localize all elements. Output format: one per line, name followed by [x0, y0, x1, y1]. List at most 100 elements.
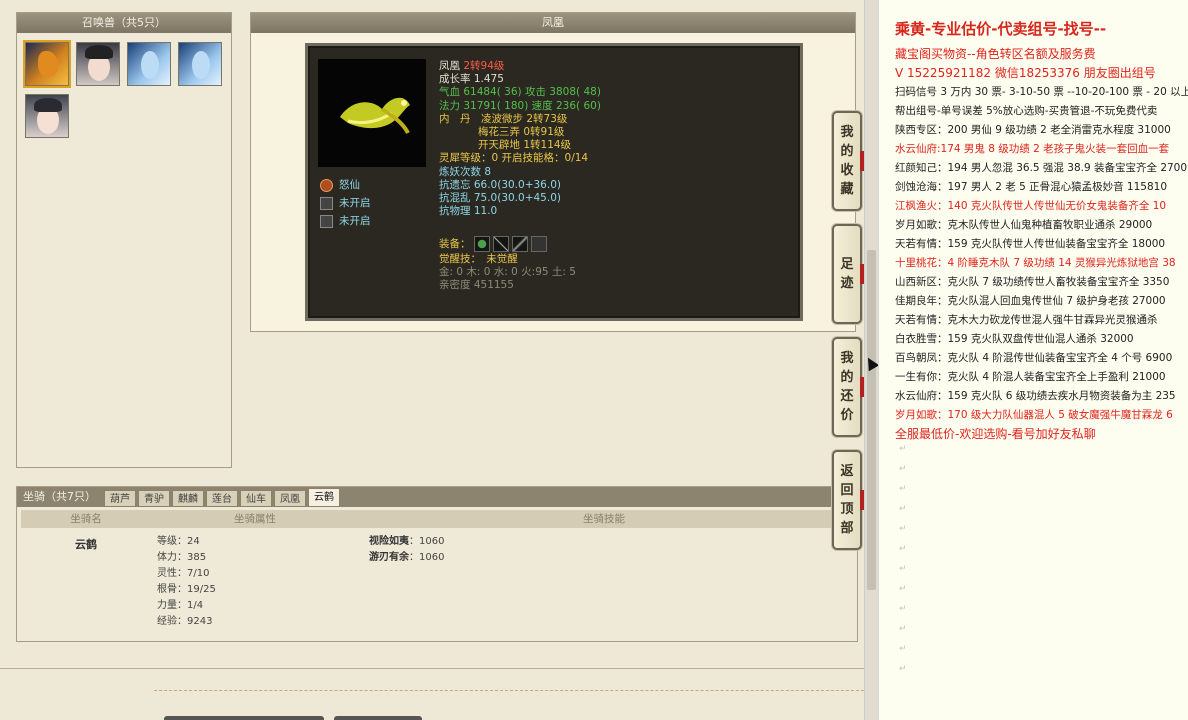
- mount-attr: 等级：24: [157, 536, 200, 547]
- notes-line-red: V 15225921182 微信18253376 朋友圈出组号: [895, 66, 1156, 80]
- tab-mount-qinglv[interactable]: 青驴: [138, 490, 170, 507]
- pet-portrait-maiden[interactable]: [76, 42, 120, 86]
- notes-line: 水云仙府：159 克火队 6 级功绩去疾水月物资装备为主 235: [895, 390, 1176, 402]
- pet-portrait-phoenix[interactable]: [23, 40, 71, 88]
- tab-mount-yunhe[interactable]: 云鹤: [308, 488, 340, 507]
- notes-line: 白衣胜雪：159 克火队双盘传世仙混人通杀 32000: [895, 333, 1134, 345]
- pet-skill-row[interactable]: 未开启: [320, 194, 371, 212]
- pet-list-title: 召唤兽（共5只）: [17, 13, 231, 33]
- mount-skill-name: 视险如夷: [369, 536, 409, 547]
- pet-neidan-label: 内 丹: [439, 112, 471, 125]
- empty-line: ↵: [899, 484, 907, 494]
- button-char: 还: [840, 389, 854, 404]
- notes-line: 山西新区：克火队 7 级功绩传世人畜牧装备宝宝齐全 3350: [895, 276, 1170, 288]
- mount-attr: 力量：1/4: [157, 600, 204, 611]
- pet-info-frame: 凤凰 2转94级 成长率 1.475 气血 61484( 36) 攻击 3808…: [305, 43, 803, 321]
- scrollbar-thumb[interactable]: [867, 250, 876, 590]
- tab-mount-qilin[interactable]: 麒麟: [172, 490, 204, 507]
- pet-portrait-ice-spirit-2[interactable]: [178, 42, 222, 86]
- notes-line-red: 藏宝阁买物资--角色转区名额及服务费: [895, 47, 1096, 61]
- mount-skill: 视险如夷：1060: [369, 534, 849, 550]
- mount-attr: 经验：9243: [157, 616, 213, 627]
- notes-line: 一生有你：克火队 4 阶混人装备宝宝齐全上手盈利 21000: [895, 371, 1166, 383]
- pet-portrait-maiden-2[interactable]: [25, 94, 69, 138]
- empty-line: ↵: [899, 464, 907, 474]
- button-char: 价: [840, 408, 854, 423]
- mount-attr: 根骨：19/25: [157, 584, 216, 595]
- notes-line: 江枫渔火：140 克火队传世人传世仙无价女鬼装备齐全 10: [895, 200, 1167, 212]
- mount-attrs: 等级：24 体力：385 灵性：7/10 根骨：19/25 力量：1/4 经验：…: [151, 528, 359, 630]
- notes-line: 岁月如歌：克木队传世人仙鬼种植畜牧职业通杀 29000: [895, 219, 1153, 231]
- mount-name: 云鹤: [75, 538, 97, 551]
- notes-footer: 全服最低价-欢迎选购-看号加好友私聊: [895, 427, 1096, 441]
- mount-skill: 游刃有余：1060: [369, 550, 849, 566]
- notes-line: 佳期良年：克火队混人回血鬼传世仙 7 级护身老孩 27000: [895, 295, 1166, 307]
- notes-line: 天若有情：克木大力砍龙传世混人强牛甘霖异光灵猴通杀: [895, 314, 1158, 326]
- tab-mount-hulu[interactable]: 葫芦: [104, 490, 136, 507]
- equip-slot-icon[interactable]: [473, 236, 490, 252]
- bottom-button[interactable]: [164, 716, 324, 720]
- pet-skill-list: 怒仙 未开启 未开启: [320, 176, 371, 230]
- mount-table-row: 云鹤 等级：24 体力：385 灵性：7/10 根骨：19/25 力量：1/4 …: [21, 528, 853, 630]
- mount-panel-title: 坐骑（共7只）: [23, 490, 96, 503]
- empty-line: ↵: [899, 544, 907, 554]
- button-char: 收: [840, 163, 854, 178]
- pet-skill-row[interactable]: 怒仙: [320, 176, 371, 194]
- pet-stats: 凤凰 2转94级 成长率 1.475 气血 61484( 36) 攻击 3808…: [439, 60, 601, 218]
- notes-list: 扫码信号 3 万内 30 票- 3-10-50 票 --10-20-100 票 …: [895, 83, 1188, 425]
- empty-line: ↵: [899, 444, 907, 454]
- dashed-divider: [154, 690, 864, 691]
- button-char: 的: [840, 370, 854, 385]
- mount-skills: 视险如夷：1060 游刃有余：1060: [359, 528, 849, 630]
- pet-model-image: [318, 59, 426, 167]
- button-char: 我: [840, 351, 854, 366]
- button-char: 回: [840, 483, 854, 498]
- pet-neidan-1: 凌波微步 2转73级: [481, 112, 568, 125]
- skill-name: 怒仙: [339, 179, 360, 191]
- notes-line: 帮出组号-单号误差 5%放心选购-买贵管退-不玩免费代卖: [895, 105, 1158, 117]
- pet-kang-wuli: 抗物理 11.0: [439, 205, 498, 218]
- skill-icon: [320, 178, 333, 192]
- my-favorites-button[interactable]: 我 的 收 藏: [832, 111, 864, 211]
- mount-skill-name: 游刃有余: [369, 552, 409, 563]
- pet-list-panel: 召唤兽（共5只）: [16, 12, 232, 468]
- header-mount-attrs: 坐骑属性: [234, 513, 276, 525]
- game-window: 召唤兽（共5只） 凤凰 凤凰 2转94级 成长率 1.475 气血 61484(…: [0, 0, 864, 720]
- empty-line: ↵: [899, 664, 907, 674]
- notes-line: 扫码信号 3 万内 30 票- 3-10-50 票 --10-20-100 票 …: [895, 86, 1188, 98]
- my-offers-button[interactable]: 我 的 还 价: [832, 337, 864, 437]
- notes-title: 乘黄-专业估价-代卖组号-找号--: [895, 20, 1107, 38]
- bottom-button[interactable]: [334, 716, 422, 720]
- notes-line: 十里桃花：4 阶睡克木队 7 级功绩 14 灵猴异光炼狱地宫 38: [895, 257, 1176, 269]
- back-to-top-button[interactable]: 返 回 顶 部: [832, 450, 864, 550]
- pet-juexing: 觉醒技： 未觉醒: [439, 253, 518, 265]
- notes-line: 红颜知己：194 男人忽混 36.5 强混 38.9 装备宝宝齐全 2700: [895, 162, 1188, 174]
- tab-mount-fenghuang[interactable]: 凤凰: [274, 490, 306, 507]
- empty-line: ↵: [899, 524, 907, 534]
- pet-hp-attack: 气血 61484( 36) 攻击 3808( 48): [439, 86, 601, 99]
- equip-slot-icon[interactable]: [492, 236, 509, 252]
- empty-line: ↵: [899, 584, 907, 594]
- equip-slot-icon[interactable]: [511, 236, 528, 252]
- equip-slot-empty-icon[interactable]: [530, 236, 547, 252]
- button-char: 返: [840, 464, 854, 479]
- mount-skill-value: ：1060: [409, 552, 445, 563]
- locked-skill-icon: [320, 214, 333, 228]
- notes-panel: 乘黄-专业估价-代卖组号-找号-- 藏宝阁买物资--角色转区名额及服务费 V 1…: [878, 0, 1188, 720]
- button-char: 藏: [840, 182, 854, 197]
- button-char: 的: [840, 144, 854, 159]
- tab-mount-liantai[interactable]: 莲台: [206, 490, 238, 507]
- skill-name: 未开启: [339, 215, 371, 227]
- notes-line: 剑蚀沧海：197 男人 2 老 5 正骨混心猿孟极妙音 115810: [895, 181, 1168, 193]
- pet-skill-row[interactable]: 未开启: [320, 212, 371, 230]
- empty-line: ↵: [899, 564, 907, 574]
- pet-growth: 成长率 1.475: [439, 73, 504, 86]
- button-char: 部: [840, 521, 854, 536]
- history-button[interactable]: 足 迹: [832, 224, 864, 324]
- button-char: 迹: [840, 276, 854, 291]
- pet-portrait-ice-spirit-1[interactable]: [127, 42, 171, 86]
- mount-skill-value: ：1060: [409, 536, 445, 547]
- tab-mount-xianche[interactable]: 仙车: [240, 490, 272, 507]
- mount-tabs: 坐骑（共7只） 葫芦 青驴 麒麟 莲台 仙车 凤凰 云鹤: [17, 487, 857, 507]
- mount-table-header: 坐骑名 坐骑属性 坐骑技能: [21, 510, 853, 528]
